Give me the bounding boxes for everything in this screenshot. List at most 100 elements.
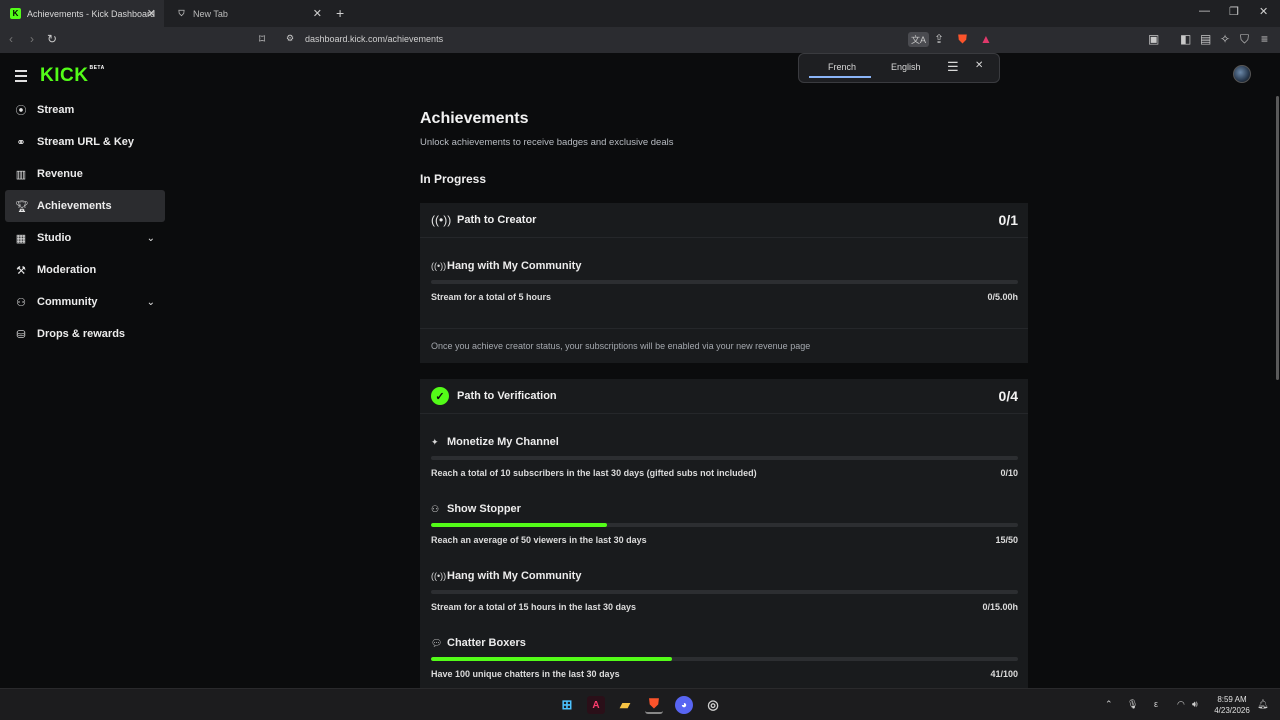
page-scrollbar[interactable]	[1276, 96, 1279, 380]
page-title: Achievements	[420, 110, 529, 127]
sidebar-item-label: Stream	[37, 104, 75, 116]
tab-title: Achievements - Kick Dashboard	[27, 8, 156, 19]
address-bar[interactable]: ⚙ dashboard.kick.com/achievements 文A ⇪ ⛊…	[278, 29, 1000, 51]
microphone-icon[interactable]: 🎙︎	[1127, 699, 1138, 710]
volume-icon[interactable]: 🔊︎	[1192, 699, 1198, 710]
tray-overflow-icon[interactable]: ⌃	[1105, 699, 1113, 710]
notifications-bell-icon[interactable]: 🔔︎	[1257, 699, 1268, 710]
bookmark-icon[interactable]: ⌑	[259, 32, 265, 46]
close-tab-icon[interactable]: ✕	[313, 7, 322, 20]
achievement-progress: 0/15.00h	[982, 602, 1018, 612]
url-text: dashboard.kick.com/achievements	[305, 34, 444, 44]
verified-check-icon: ✓	[431, 387, 449, 405]
wrench-icon: ⚒	[16, 264, 26, 277]
site-info-icon[interactable]: ⚙	[286, 33, 294, 44]
card-header: ✓ Path to Verification 0/4	[420, 379, 1028, 414]
clock-date: 4/23/2026	[1214, 706, 1250, 715]
forward-icon[interactable]: ›	[30, 32, 34, 46]
sidebar-item-label: Achievements	[37, 200, 112, 212]
viewers-icon: ⚇	[431, 504, 440, 514]
divider	[420, 328, 1028, 329]
achievement-description: Have 100 unique chatters in the last 30 …	[431, 669, 620, 679]
achievement-title: Chatter Boxers	[447, 637, 526, 649]
reader-icon[interactable]: ▣	[1148, 32, 1159, 46]
sidebar-item-stream-url-key[interactable]: ⚭ Stream URL & Key	[5, 126, 165, 158]
minimize-icon[interactable]: —	[1199, 5, 1210, 17]
wallet-icon[interactable]: ▤	[1200, 32, 1211, 46]
reload-icon[interactable]: ↻	[47, 32, 57, 46]
broadcast-icon: ((•))	[431, 213, 452, 227]
achievement-title: Hang with My Community	[447, 260, 582, 272]
achievement-progress: 0/5.00h	[987, 292, 1018, 302]
hamburger-menu-icon[interactable]	[15, 70, 27, 85]
achievement-progress: 41/100	[990, 669, 1018, 679]
card-title: Path to Creator	[457, 214, 537, 226]
brave-browser-icon[interactable]: ⛊	[645, 696, 663, 714]
progress-bar	[431, 523, 1018, 527]
os-taskbar: ⊞ A ▰ ⛊ ◕ ◎ ⌃ 🎙︎ ε ◠ 🔊︎ 8:59 AM 4/23/202…	[0, 688, 1280, 720]
translate-icon[interactable]: 文A	[908, 32, 930, 47]
sidebar-item-revenue[interactable]: ▥ Revenue	[5, 158, 165, 190]
chat-bubble-icon: 💬︎	[431, 638, 443, 648]
sidebar-item-community[interactable]: ⚇ Community ⌄	[5, 286, 165, 318]
app-a-icon[interactable]: A	[587, 696, 605, 714]
card-header: ((•)) Path to Creator 0/1	[420, 203, 1028, 238]
app-ring-icon[interactable]: ◎	[704, 696, 722, 714]
sidebar-item-label: Community	[37, 296, 98, 308]
sidebar-item-label: Studio	[37, 232, 72, 244]
main-content: Achievements Unlock achievements to rece…	[420, 53, 1028, 688]
sparkle-icon: ✦	[431, 437, 439, 447]
achievement-title: Show Stopper	[447, 503, 521, 515]
sidebar-item-achievements[interactable]: 🏆︎ Achievements	[5, 190, 165, 222]
progress-fill	[431, 523, 608, 527]
file-explorer-icon[interactable]: ▰	[616, 696, 634, 714]
windows-start-icon[interactable]: ⊞	[558, 696, 576, 714]
sidebar-toggle-icon[interactable]: ◧	[1180, 32, 1191, 46]
link-icon: ⚭	[16, 136, 26, 149]
leo-ai-icon[interactable]: ✧	[1220, 32, 1230, 46]
section-title: In Progress	[420, 172, 487, 186]
card-score: 0/1	[998, 212, 1018, 228]
vpn-icon[interactable]: ⛉	[1240, 32, 1249, 47]
close-tab-icon[interactable]: ✕	[147, 7, 156, 20]
tab-bar: K Achievements - Kick Dashboard ✕ ⛉ New …	[0, 0, 1280, 27]
discord-icon[interactable]: ◕	[675, 696, 693, 714]
broadcast-icon: ((•))	[431, 571, 447, 581]
close-window-icon[interactable]: ✕	[1259, 5, 1268, 18]
progress-bar	[431, 280, 1018, 284]
wifi-icon[interactable]: ◠	[1177, 699, 1185, 710]
sidebar-item-label: Drops & rewards	[37, 328, 126, 340]
menu-icon[interactable]: ≡	[1261, 32, 1268, 46]
sidebar-item-stream[interactable]: ⦿ Stream	[5, 94, 165, 126]
drops-icon: ⛁	[16, 328, 26, 341]
page-subtitle: Unlock achievements to receive badges an…	[420, 137, 674, 148]
rewards-triangle-icon[interactable]: ▲	[980, 32, 992, 46]
achievement-description: Reach an average of 50 viewers in the la…	[431, 535, 647, 545]
language-indicator[interactable]: ε	[1154, 699, 1158, 709]
new-tab-button[interactable]: +	[336, 5, 344, 21]
achievement-progress: 0/10	[1000, 468, 1018, 478]
sidebar-item-studio[interactable]: ▦ Studio ⌄	[5, 222, 165, 254]
progress-bar	[431, 657, 1018, 661]
back-icon[interactable]: ‹	[9, 32, 13, 46]
sidebar-item-drops-rewards[interactable]: ⛁ Drops & rewards	[5, 318, 165, 350]
progress-fill	[431, 657, 672, 661]
avatar[interactable]	[1233, 65, 1251, 83]
achievement-title: Hang with My Community	[447, 570, 582, 582]
clock[interactable]: 8:59 AM 4/23/2026	[1210, 694, 1254, 716]
sidebar-item-label: Moderation	[37, 264, 97, 276]
sidebar-item-moderation[interactable]: ⚒ Moderation	[5, 254, 165, 286]
achievement-card-path-to-creator: ((•)) Path to Creator 0/1 ((•)) Hang wit…	[420, 203, 1028, 363]
kick-logo[interactable]: KICKBETA	[40, 65, 105, 87]
logo-beta-tag: BETA	[89, 65, 105, 71]
broadcast-icon: ⦿	[15, 105, 27, 117]
clock-time: 8:59 AM	[1217, 695, 1247, 704]
share-icon[interactable]: ⇪	[934, 32, 944, 46]
tab-title: New Tab	[193, 8, 228, 19]
sidebar-item-label: Revenue	[37, 168, 83, 180]
tab-new-tab[interactable]: ⛉ New Tab ✕	[166, 0, 330, 27]
tab-achievements[interactable]: K Achievements - Kick Dashboard ✕	[0, 0, 164, 27]
achievement-card-path-to-verification: ✓ Path to Verification 0/4 ✦ Monetize My…	[420, 379, 1028, 688]
restore-icon[interactable]: ❐	[1229, 5, 1239, 18]
brave-lion-icon[interactable]: ⛊	[958, 32, 967, 47]
